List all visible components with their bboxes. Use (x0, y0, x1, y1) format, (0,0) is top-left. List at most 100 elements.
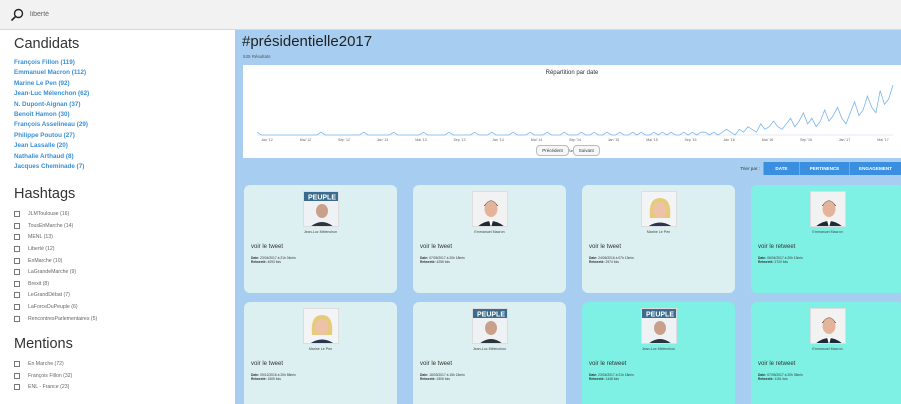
candidate-photo (809, 191, 846, 227)
lepen-portrait-icon (648, 198, 671, 226)
hashtag-item[interactable]: MENL (13) (14, 232, 235, 244)
x-tick-label: Sep '12 (338, 138, 350, 142)
retweet-count: Retweeté: 1151 fois (758, 377, 788, 381)
x-tick-label: Sep '14 (569, 138, 581, 142)
retweet-value: 2720 fois (774, 260, 788, 264)
candidate-photo (471, 191, 508, 227)
hashtag-checkbox[interactable] (14, 234, 20, 241)
mention-item[interactable]: François Fillon (32) (14, 370, 235, 382)
view-tweet-link[interactable]: voir le tweet (589, 244, 621, 250)
candidat-link[interactable]: N. Dupont-Aignan (37) (14, 100, 235, 110)
candidate-photo: PEUPLE (640, 308, 677, 344)
view-tweet-link[interactable]: voir le tweet (420, 361, 452, 367)
mention-item[interactable]: En Marche (72) (14, 358, 235, 370)
hashtag-item[interactable]: Liberté (12) (14, 243, 235, 255)
mention-item[interactable]: ENL - France (23) (14, 382, 235, 394)
retweet-value: 1505 fois (267, 377, 281, 381)
hashtag-item[interactable]: EnMarche (10) (14, 255, 235, 267)
candidat-link[interactable]: Benoît Hamon (30) (14, 110, 235, 120)
view-tweet-link[interactable]: voir le tweet (420, 244, 452, 250)
view-tweet-link[interactable]: voir le retweet (758, 361, 795, 367)
tweet-card: PEUPLE Jean-Luc Mélenchon voir le tweet Dat… (244, 185, 397, 293)
x-tick-label: Mai '17 (877, 138, 888, 142)
view-tweet-link[interactable]: voir le tweet (251, 361, 283, 367)
previous-button[interactable]: Précédent (536, 145, 569, 156)
candidate-name: Emmanuel Macron (812, 347, 843, 351)
candidat-link[interactable]: Nathalie Arthaud (8) (14, 152, 235, 162)
hashtag-checkbox[interactable] (14, 315, 20, 322)
retweet-value: 1151 fois (774, 377, 788, 381)
mentions-list: En Marche (72) François Fillon (32) ENL … (14, 358, 235, 393)
hashtag-checkbox[interactable] (14, 292, 20, 299)
retweet-count: Retweeté: 4093 fois (251, 260, 281, 264)
tweet-card: Emmanuel Macron voir le retweet Date: 07/0… (751, 302, 901, 404)
candidate-photo (809, 308, 846, 344)
hashtag-checkbox[interactable] (14, 304, 20, 311)
candidate-photo (640, 191, 677, 227)
retweet-value: 4256 fois (436, 260, 450, 264)
hashtag-checkbox[interactable] (14, 280, 20, 287)
candidate-name: Jean-Luc Mélenchon (472, 347, 507, 351)
candidat-link[interactable]: François Fillon (119) (14, 58, 235, 68)
candidat-link[interactable]: Jacques Cheminade (7) (14, 162, 235, 172)
candidate-name: Marine Le Pen (646, 230, 671, 234)
candidat-link[interactable]: Jean Lassalle (20) (14, 141, 235, 151)
candidate-photo: PEUPLE (302, 191, 339, 227)
retweet-label: Retweeté: (251, 260, 267, 264)
hashtag-item[interactable]: LaGrandeMarche (9) (14, 266, 235, 278)
hashtag-label: EnMarche (10) (28, 257, 63, 264)
hashtag-checkbox[interactable] (14, 246, 20, 253)
retweet-label: Retweeté: (420, 260, 436, 264)
search-input[interactable] (30, 11, 330, 18)
hashtag-checkbox[interactable] (14, 222, 20, 229)
view-tweet-link[interactable]: voir le retweet (758, 244, 795, 250)
x-tick-label: Jan '14 (492, 138, 503, 142)
hashtag-label: RencontresParlementaires (5) (28, 315, 98, 322)
sort-pertinence-button[interactable]: PERTINENCE (799, 162, 849, 175)
retweet-label: Retweeté: (589, 260, 605, 264)
hashtag-checkbox[interactable] (14, 269, 20, 276)
retweet-count: Retweeté: 2974 fois (589, 260, 619, 264)
sort-engagement-button[interactable]: ENGAGEMENT (849, 162, 901, 175)
top-search-bar (0, 0, 901, 30)
mention-checkbox[interactable] (14, 372, 20, 379)
macron-portrait-icon (815, 200, 842, 226)
hashtag-item[interactable]: LeGrandDébat (7) (14, 290, 235, 302)
candidate-name: Jean-Luc Mélenchon (303, 230, 338, 234)
hashtag-item[interactable]: JLMToulouse (16) (14, 208, 235, 220)
x-tick-label: Mai '16 (762, 138, 773, 142)
hashtag-checkbox[interactable] (14, 211, 20, 218)
hashtag-item[interactable]: Brexit (8) (14, 278, 235, 290)
macron-portrait-icon (477, 200, 504, 226)
candidat-link[interactable]: Emmanuel Macron (112) (14, 68, 235, 78)
candidat-link[interactable]: Philippe Poutou (27) (14, 131, 235, 141)
mention-checkbox[interactable] (14, 361, 20, 368)
view-tweet-link[interactable]: voir le retweet (589, 361, 626, 367)
search-icon[interactable] (10, 8, 24, 22)
tweet-card: Marine Le Pen voir le tweet Date: 24/06/20… (582, 185, 735, 293)
mention-checkbox[interactable] (14, 384, 20, 391)
retweet-count: Retweeté: 1505 fois (251, 377, 281, 381)
retweet-count: Retweeté: 1448 fois (589, 377, 619, 381)
candidat-link[interactable]: François Asselineau (29) (14, 120, 235, 130)
next-button[interactable]: Suivant (572, 145, 600, 156)
mention-label: François Fillon (32) (28, 372, 73, 379)
x-tick-label: Mai '14 (531, 138, 542, 142)
candidat-link[interactable]: Jean-Luc Mélenchon (62) (14, 89, 235, 99)
x-tick-label: Jan '15 (608, 138, 619, 142)
x-tick-label: Sep '13 (453, 138, 465, 142)
retweet-value: 4093 fois (267, 260, 281, 264)
hashtag-checkbox[interactable] (14, 257, 20, 264)
candidate-name: Marine Le Pen (308, 347, 333, 351)
hashtag-item[interactable]: TousEnMarche (14) (14, 220, 235, 232)
sort-date-button[interactable]: DATE (763, 162, 799, 175)
hashtag-item[interactable]: RencontresParlementaires (5) (14, 313, 235, 325)
view-tweet-link[interactable]: voir le tweet (251, 244, 283, 250)
tweet-card: PEUPLE Jean-Luc Mélenchon voir le tweet Dat… (413, 302, 566, 404)
macron-portrait-icon (815, 317, 842, 343)
retweet-label: Retweeté: (251, 377, 267, 381)
retweet-value: 2974 fois (605, 260, 619, 264)
retweet-label: Retweeté: (589, 377, 605, 381)
candidat-link[interactable]: Marine Le Pen (92) (14, 79, 235, 89)
hashtag-item[interactable]: LaForceDuPeuple (6) (14, 301, 235, 313)
